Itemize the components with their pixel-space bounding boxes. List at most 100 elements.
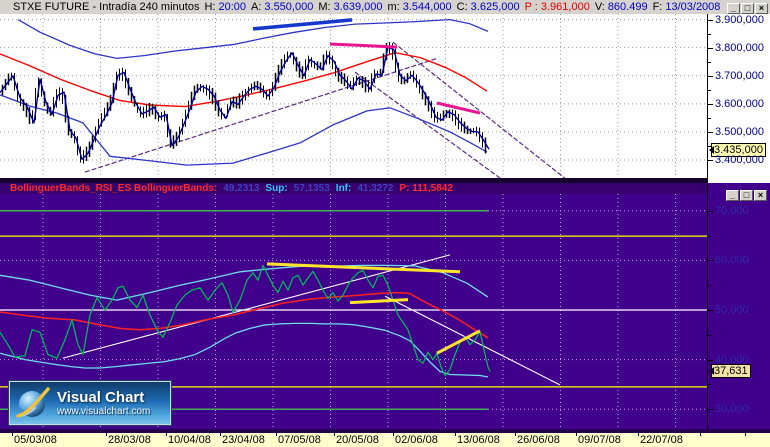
indicator-header: BollinguerBands_RSI_ES BollinguerBands: 4… [0,183,707,194]
maximize-icon[interactable]: □ [741,3,754,14]
indicator-axis-label: 70,000 [715,205,749,217]
title-segment-value: 3.625,000 [470,1,520,13]
date-axis-tick [638,433,639,436]
date-axis-label: 09/07/08 [578,434,621,446]
title-segment-value: 13/03/2008 [665,1,721,13]
date-axis-tick [515,433,516,436]
price-axis-label: 3.800,000 [715,42,764,54]
title-segment-label: P : [524,1,538,13]
indicator-axis[interactable]: _ □ × 37,631 70,000 60,000 50,000 40,000 30,00… [707,183,770,433]
title-segment-label: A: [250,1,262,13]
price-axis-label: 3.500,000 [715,126,764,138]
title-segment-label: H: [204,1,216,13]
indicator-header-segment: 49,2313 [223,183,260,194]
close-icon[interactable]: × [755,3,768,14]
indicator-axis-tick [708,310,713,311]
date-axis-label: 13/06/08 [457,434,500,446]
title-segment-value: 20:00 [218,1,246,13]
title-segment-label: V: [594,1,605,13]
price-axis-label: 3.400,000 [715,154,764,166]
price-axis-minor-tick [708,62,711,63]
price-axis-tick [708,160,713,161]
price-axis-tick [708,132,713,133]
date-axis-label: 22/07/08 [640,434,683,446]
indicator-axis-tick [708,211,713,212]
date-axis-tick [106,433,107,436]
close-icon[interactable]: × [754,190,767,201]
date-axis-label: 05/03/08 [14,434,57,446]
title-segment-value: 3.639,000 [333,1,383,13]
title-segment-value: 3.550,000 [264,1,314,13]
indicator-header-segment: Inf: [335,183,352,194]
indicator-axis-label: 30,000 [715,403,749,415]
date-axis-label: 10/04/08 [168,434,211,446]
indicator-axis-label: 60,000 [715,254,749,266]
visual-chart-window: STXE FUTURE - Intradía 240 minutos H: 20:0… [0,0,770,447]
visualchart-sphere-icon [15,385,51,421]
logo-title: Visual Chart [57,388,145,406]
date-axis[interactable]: 05/03/08 28/03/08 10/04/08 23/04/08 07/05/08… [0,433,770,447]
date-axis-tick [276,433,277,436]
indicator-axis-label: 40,000 [715,354,749,366]
price-axis-tick [708,20,713,21]
logo-url[interactable]: www.visualchart.com [57,406,150,418]
indicator-window-controls: _ □ × [725,185,767,203]
price-axis-minor-tick [708,90,711,91]
last-indicator-arrow-icon [705,367,714,375]
price-axis-tick [708,76,713,77]
title-segment-label: STXE FUTURE - Intradía 240 minutos [13,1,200,13]
indicator-axis-tick [708,360,713,361]
indicator-axis-label: 50,000 [715,304,749,316]
price-axis-label: 3.700,000 [715,70,764,82]
date-axis-label: 07/05/08 [278,434,321,446]
indicator-header-segment: Sup: [265,183,288,194]
date-axis-tick [745,433,746,436]
price-axis-minor-tick [708,34,711,35]
indicator-axis-minor-tick [708,285,711,286]
price-axis-tick [708,104,713,105]
last-indicator-box: 37,631 [711,364,751,378]
price-axis-minor-tick [708,118,711,119]
date-axis-label: 28/03/08 [108,434,151,446]
minimize-icon[interactable]: _ [726,190,739,201]
date-axis-tick [576,433,577,436]
window-controls: _ □ × [726,1,768,14]
price-axis-label: 3.900,000 [715,14,764,26]
chart-title-text: STXE FUTURE - Intradía 240 minutos H: 20:0… [8,0,720,14]
title-segment-label: F: [652,1,663,13]
indicator-axis-tick [708,409,713,410]
last-price-arrow-icon [705,146,714,154]
price-axis-label: 3.600,000 [715,98,764,110]
price-axis[interactable]: 3.435,000 3.900,000 3.800,000 3.700,000 3.6… [707,14,770,183]
indicator-header-segment: 41,3272 [357,183,394,194]
indicator-axis-minor-tick [708,236,711,237]
title-segment-label: m: [387,1,400,13]
indicator-axis-minor-tick [708,384,711,385]
date-axis-tick [455,433,456,436]
indicator-header-segment: BollinguerBands_RSI_ES BollinguerBands: [10,183,218,194]
visualchart-logo[interactable]: Visual Chart www.visualchart.com [9,381,171,425]
indicator-header-segment: 57,1353 [293,183,330,194]
date-axis-label: 23/04/08 [222,434,265,446]
title-segment-label: M: [318,1,331,13]
chart-window-titlebar: STXE FUTURE - Intradía 240 minutos H: 20:0… [0,0,770,14]
indicator-header-segment: P: 111,5842 [399,183,453,194]
date-axis-label: 26/06/08 [517,434,560,446]
date-axis-tick [220,433,221,436]
date-axis-label: 20/05/08 [336,434,379,446]
maximize-icon[interactable]: □ [740,190,753,201]
price-chart-plot[interactable] [0,14,707,178]
date-axis-tick [700,433,701,436]
title-segment-value: 3.544,000 [402,1,452,13]
title-segment-value: 860.499 [607,1,648,13]
indicator-axis-minor-tick [708,335,711,336]
title-segment-label: C: [456,1,468,13]
date-axis-tick [12,433,13,436]
date-axis-tick [166,433,167,436]
minimize-icon[interactable]: _ [727,3,740,14]
date-axis-label: 02/06/08 [395,434,438,446]
price-axis-tick [708,48,713,49]
date-axis-tick [393,433,394,436]
indicator-axis-tick [708,260,713,261]
price-axis-minor-tick [708,146,711,147]
